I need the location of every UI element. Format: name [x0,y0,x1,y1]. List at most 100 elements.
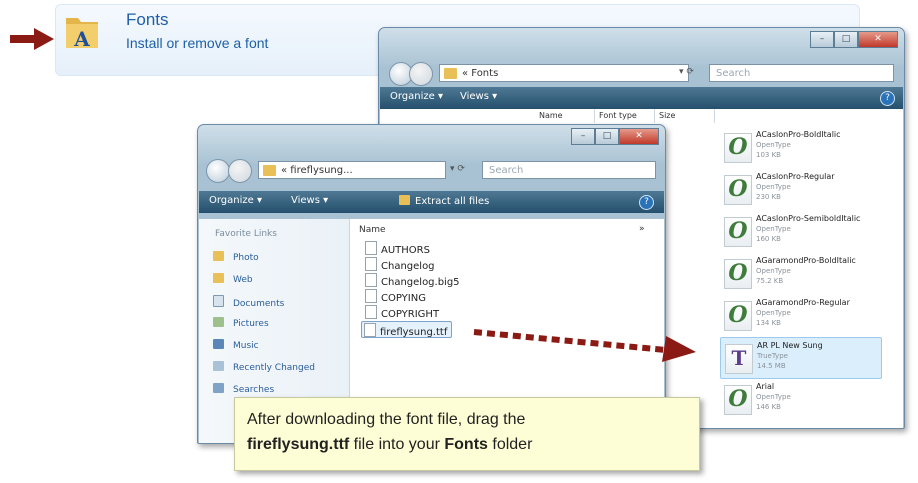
font-type: OpenType [756,309,791,317]
file-item[interactable]: COPYRIGHT [365,305,439,320]
maximize-button[interactable]: □ [595,128,619,145]
font-type: TrueType [757,352,788,360]
font-item[interactable]: O ACaslonPro-BoldItalic OpenType 103 KB [720,127,880,167]
font-size: 103 KB [756,151,781,159]
favorite-label: Pictures [233,319,269,329]
favorite-music[interactable]: Music [213,339,259,355]
search-input[interactable]: Search [482,161,656,179]
font-size: 230 KB [756,193,781,201]
file-name: Changelog.big5 [381,277,460,288]
views-button[interactable]: Views ▾ [291,195,328,206]
help-icon[interactable]: ? [880,91,895,106]
back-button[interactable] [206,159,230,183]
close-button[interactable]: ✕ [858,31,898,48]
extract-all-files-button[interactable]: Extract all files [399,195,489,207]
font-item[interactable]: O AGaramondPro-Regular OpenType 134 KB [720,295,880,335]
column-header-font-type[interactable]: Font type [595,109,655,123]
favorite-label: Web [233,275,253,285]
toolbar: Organize ▾ Views ▾ Extract all files ? [199,191,664,213]
font-type: OpenType [756,183,791,191]
callout-end: folder [487,436,533,453]
favorite-documents[interactable]: Documents [213,295,284,311]
forward-button[interactable] [228,159,252,183]
fonts-folder-icon: A [66,18,98,51]
font-item[interactable]: O AGaramondPro-BoldItalic OpenType 75.2 … [720,253,880,293]
file-name: Changelog [381,261,435,272]
favorite-label: Documents [233,299,285,309]
font-size: 134 KB [756,319,781,327]
file-name: AUTHORS [381,245,430,256]
opentype-icon: O [724,259,752,289]
address-bar[interactable]: « fireflysung... [258,161,446,179]
font-size: 146 KB [756,403,781,411]
help-icon[interactable]: ? [639,195,654,210]
opentype-icon: O [724,217,752,247]
file-item[interactable]: COPYING [365,289,426,304]
fonts-subtitle-link[interactable]: Install or remove a font [126,35,268,51]
column-header-name[interactable]: Name [535,109,595,123]
font-item[interactable]: O Arial OpenType 146 KB [720,379,880,419]
favorite-label: Recently Changed [233,363,315,373]
organize-button[interactable]: Organize ▾ [390,91,443,102]
maximize-button[interactable]: □ [834,31,858,48]
font-type: OpenType [756,267,791,275]
opentype-icon: O [724,175,752,205]
file-icon [364,323,376,337]
font-name: AGaramondPro-Regular [756,298,850,307]
font-name: AGaramondPro-BoldItalic [756,256,856,265]
toolbar: Organize ▾ Views ▾ ? [380,87,903,109]
file-icon [365,241,377,255]
font-type: OpenType [756,225,791,233]
searches-icon [213,383,224,393]
fonts-title-link[interactable]: Fonts [126,10,169,30]
callout-mid: file into your [349,436,445,453]
views-button[interactable]: Views ▾ [460,91,497,102]
pointer-arrow-icon [10,28,54,50]
favorite-web[interactable]: Web [213,273,253,289]
column-header-name[interactable]: Name [359,225,386,235]
documents-icon [213,295,224,307]
forward-button[interactable] [409,62,433,86]
instruction-callout: After downloading the font file, drag th… [234,397,700,471]
favorite-pictures[interactable]: Pictures [213,317,269,333]
folder-icon [213,273,224,283]
refresh-icon[interactable]: ▾ ⟳ [679,67,694,77]
more-columns-icon[interactable]: » [639,224,645,234]
minimize-button[interactable]: – [810,31,834,48]
truetype-icon: T [725,344,753,374]
music-icon [213,339,224,349]
font-size: 160 KB [756,235,781,243]
font-item[interactable]: O ACaslonPro-Regular OpenType 230 KB [720,169,880,209]
font-item-selected[interactable]: T AR PL New Sung TrueType 14.5 MB [720,337,882,379]
opentype-icon: O [724,385,752,415]
file-icon [365,257,377,271]
favorite-recently-changed[interactable]: Recently Changed [213,361,315,377]
favorite-links-title: Favorite Links [215,229,277,239]
address-text: « Fonts [462,68,499,79]
pictures-icon [213,317,224,327]
zip-folder-icon [399,195,410,205]
font-name: ACaslonPro-BoldItalic [756,130,841,139]
font-name: ACaslonPro-SemiboldItalic [756,214,861,223]
file-item[interactable]: AUTHORS [365,241,430,256]
file-item[interactable]: Changelog.big5 [365,273,460,288]
minimize-button[interactable]: – [571,128,595,145]
file-icon [365,273,377,287]
favorite-label: Searches [233,385,275,395]
file-item-selected[interactable]: fireflysung.ttf [361,321,453,338]
favorite-label: Photo [233,253,259,263]
opentype-icon: O [724,301,752,331]
column-header-size[interactable]: Size [655,109,715,123]
address-text: « fireflysung... [281,165,353,176]
font-item[interactable]: O ACaslonPro-SemiboldItalic OpenType 160… [720,211,880,251]
organize-button[interactable]: Organize ▾ [209,195,262,206]
file-item[interactable]: Changelog [365,257,435,272]
refresh-icon[interactable]: ▾ ⟳ [450,164,465,174]
window-controls: – □ ✕ [571,128,659,145]
file-icon [365,289,377,303]
close-button[interactable]: ✕ [619,128,659,145]
folder-icon [213,251,224,261]
address-bar[interactable]: « Fonts [439,64,689,82]
search-input[interactable]: Search [709,64,894,82]
favorite-photo[interactable]: Photo [213,251,259,267]
